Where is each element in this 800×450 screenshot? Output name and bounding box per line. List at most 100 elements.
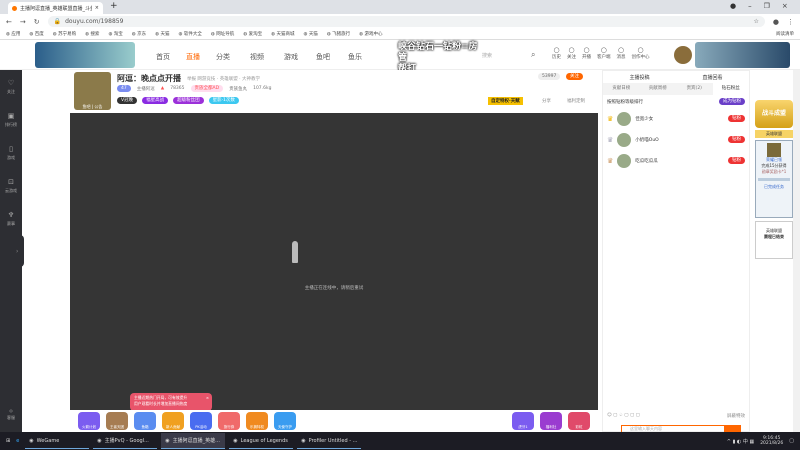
gift-item[interactable]: 王者天团 [106,412,128,430]
bookmark-item[interactable]: ◍ 天猫 [155,31,169,37]
forward-icon[interactable]: → [20,18,26,26]
nav-item[interactable]: 视频 [250,52,264,62]
nav-item[interactable]: 游戏 [284,52,298,62]
nav-item[interactable]: 鱼吧 [316,52,330,62]
reload-icon[interactable]: ↻ [34,18,40,26]
rank-row[interactable]: ♛ 小奶喵OuO 钻粉 [603,129,749,150]
sidebar-item[interactable]: ⊡ 云游戏 [0,169,22,202]
back-icon[interactable]: ← [6,18,12,26]
profile-icon[interactable]: ● [773,18,779,26]
sidebar-item[interactable]: ▯ 游戏 [0,136,22,169]
search-icon[interactable]: ⌕ [531,50,535,60]
follow-button[interactable]: 关注 [566,73,583,80]
share-button[interactable]: 分享 [542,98,551,104]
chip-fans[interactable]: 超级粉丝团 [173,97,204,104]
sidebar-item[interactable]: ▣ 排行榜 [0,103,22,136]
tray-icons[interactable]: ^ ▮ ◐ 中 ▦ [727,438,754,445]
gift-item[interactable]: PK活动 [190,412,212,430]
gift-item[interactable]: 新人贡献 [162,412,184,430]
douyu-logo[interactable] [35,42,135,68]
star-icon[interactable]: ☆ [754,18,759,25]
bookmark-item[interactable]: ◍ 游戏中心 [359,31,382,37]
gift-item[interactable]: 鱼箱 [134,412,156,430]
taskbar-app[interactable]: ◉ 主播PvQ - Googl... [93,433,158,449]
header-icon-item[interactable]: ○ 历史 [552,46,561,60]
bookmark-item[interactable]: ◍ 软件大全 [179,31,202,37]
rank-tab[interactable]: 贵宾(2) [676,83,713,95]
nav-item[interactable]: 分类 [216,52,230,62]
sidebar-item-support[interactable]: ◎ 客服 [0,398,22,431]
gift-item[interactable]: 旅行券 [218,412,240,430]
rank-tab[interactable]: 钻石粉丝 [712,83,749,95]
bookmark-item[interactable]: ◍ 爱淘宝 [243,31,262,37]
browser-tab[interactable]: 主播阿逗直播_英雄联盟直播_斗鱼 × [8,2,103,14]
bookmark-item[interactable]: ◍ 飞猪旅行 [327,31,350,37]
taskbar-app[interactable]: ◉ WeGame [25,433,90,449]
rank-tab[interactable]: 贡献周榜 [640,83,677,95]
chip-vip[interactable]: V冠晚 [117,97,138,104]
header-icon-item[interactable]: ○ 关注 [567,46,576,60]
header-icon-item[interactable]: ○ 创作中心 [632,46,650,60]
notification-icon[interactable]: ▢ [789,438,794,444]
emoji-icon[interactable]: ☺ ▢ ♤ ▢ ▢ ▢ [607,413,640,419]
video-player[interactable]: 主播正在连线中，请稍后重试 主播近期热门开局，可有效提升 用户观看时长并增加直播间… [70,113,598,411]
page-scrollbar[interactable] [793,70,800,432]
menu-icon[interactable]: ⋮ [787,18,794,26]
rank-row[interactable]: ♛ 吃瓜吃瓜瓜 钻粉 [603,150,749,171]
user-name: 吃瓜吃瓜瓜 [635,158,658,164]
nav-item[interactable]: 首页 [156,52,170,62]
room-tags[interactable]: 举报 网游竞技 · 英雄联盟 · 大神教学 [187,76,260,82]
avatar[interactable] [674,46,692,64]
bookmark-item[interactable]: ◍ 搜索 [85,31,99,37]
gift-item[interactable]: 彩虹 [568,412,590,430]
ie-icon[interactable]: e [16,438,19,444]
taskbar-app[interactable]: ◉ Profiler Untitled - ... [297,433,362,449]
anchor-post-link[interactable]: 主播投稿 [629,74,649,81]
window-controls[interactable]: ●–❐× [730,2,800,10]
search-input[interactable]: 搜索 [482,52,492,59]
sidebar-item[interactable]: ♆ 赛事 [0,202,22,235]
gift-item[interactable]: 乐拥特权 [246,412,268,430]
header-icon-item[interactable]: ○ 消息 [617,46,626,60]
bookmark-item[interactable]: ◍ 京东 [132,31,146,37]
become-diamond-button[interactable]: 成为钻粉 [719,98,745,105]
anchor-name[interactable]: 主播阿逗 [137,86,155,92]
anchor-avatar[interactable]: 鱼吧 | 公告 [74,72,111,110]
shield-effects-checkbox[interactable]: 屏蔽特效 [727,413,745,419]
activity-banner[interactable]: 自定特权·天赋 [488,97,523,105]
bookmark-item[interactable]: ◍ 天猫商城 [271,31,294,37]
header-icon-item[interactable]: ○ 客户端 [597,46,611,60]
header-icon-item[interactable]: ○ 开播 [582,46,591,60]
gift-item[interactable]: 火箭计划 [78,412,100,430]
close-tab-icon[interactable]: × [95,5,99,11]
bookmark-item[interactable]: ◍ 苏宁易购 [53,31,76,37]
nav-item[interactable]: 直播 [186,52,200,62]
event-banner[interactable] [695,42,790,68]
gift-item[interactable]: 虎牙1 [512,412,534,430]
nav-item[interactable]: 鱼乐 [348,52,362,62]
bookmark-item[interactable]: ◍ 淘宝 [108,31,122,37]
bookmark-item[interactable]: ◍ 百度 [29,31,43,37]
noble-badge[interactable]: 贵族全都AD [190,85,224,92]
bookmark-item[interactable]: ◍ 网址导航 [211,31,234,37]
address-input[interactable]: 🔒 douyu.com/198859 ☆ [47,16,765,27]
replay-link[interactable]: 直播回看 [702,74,722,81]
rank-tab[interactable]: 贡献日榜 [603,83,640,95]
rank-row[interactable]: ♛ 佳宽少女 钻粉 [603,108,749,129]
chip-lucky[interactable]: 福星高战 [142,97,169,104]
gift-item[interactable]: 福利社 [540,412,562,430]
taskbar-app[interactable]: ◉ 主播阿逗直播_英雄... [161,433,226,449]
taskbar-app[interactable]: ◉ League of Legends [229,433,294,449]
reading-list[interactable]: 阅读清单 [776,31,794,37]
start-icon[interactable]: ⊞ [6,438,10,444]
promo-title[interactable]: 战斗成盟 [755,100,793,128]
bookmark-item[interactable]: ◍ 天猫 [303,31,317,37]
bookmark-item[interactable]: ◍ 应用 [6,31,20,37]
welfare-button[interactable]: 福利定制 [567,98,585,104]
sidebar-item[interactable]: ♡ 关注 [0,70,22,103]
gift-item[interactable]: 天使守护 [274,412,296,430]
new-tab-button[interactable]: + [110,1,118,11]
chip-star[interactable]: 星影·1次数 [208,97,239,104]
close-icon[interactable]: × [206,395,209,401]
sidebar-expand-handle[interactable]: › [16,235,24,267]
